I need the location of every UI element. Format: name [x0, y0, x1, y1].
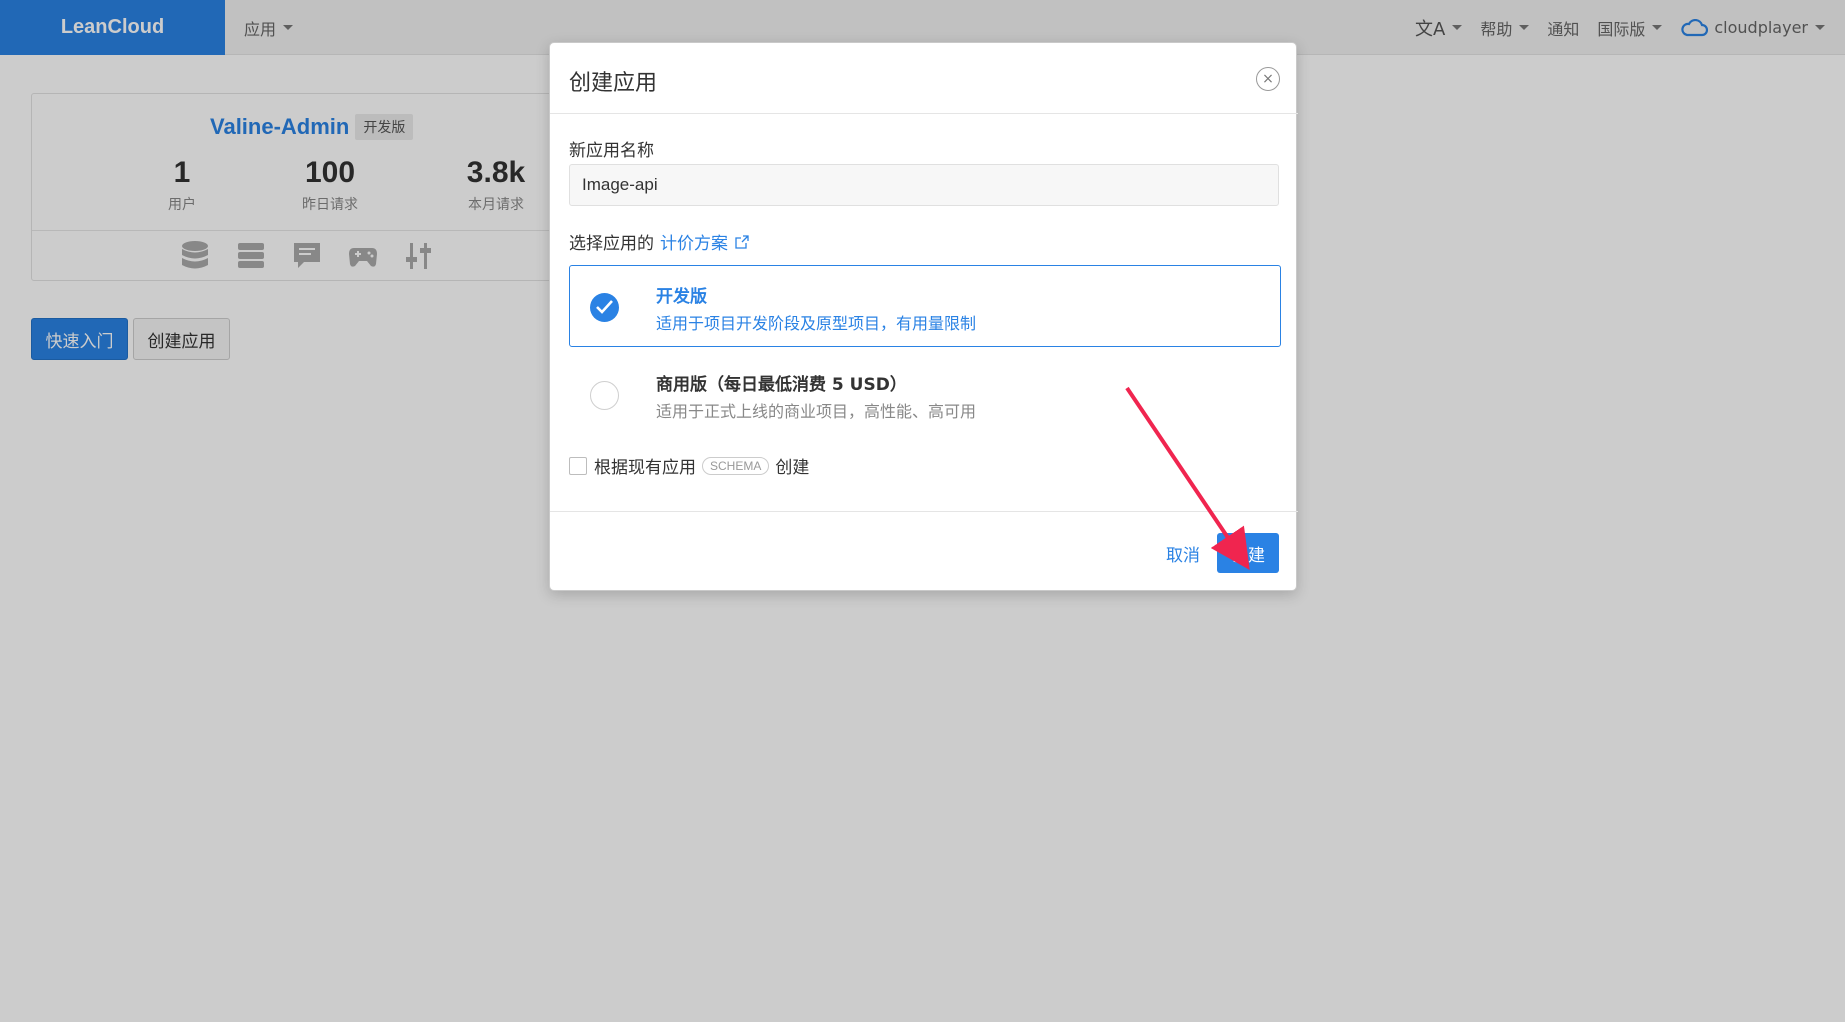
plan-select-label: 选择应用的 计价方案 [569, 229, 749, 254]
schema-checkbox[interactable] [569, 456, 587, 475]
app-name-input[interactable] [569, 164, 1279, 206]
plan-description: 适用于项目开发阶段及原型项目，有用量限制 [656, 314, 977, 333]
schema-prefix: 根据现有应用 [594, 458, 696, 478]
schema-suffix: 创建 [775, 458, 810, 478]
external-link-icon[interactable] [735, 234, 749, 249]
modal-title: 创建应用 [569, 71, 658, 96]
schema-option[interactable]: 根据现有应用 SCHEMA 创建 [569, 453, 809, 478]
plan-option-dev[interactable]: 开发版 适用于项目开发阶段及原型项目，有用量限制 [569, 265, 1281, 347]
plan-prefix: 选择应用的 [569, 234, 654, 254]
check-icon [596, 300, 613, 314]
app-name-label: 新应用名称 [569, 141, 654, 161]
radio-checked[interactable] [590, 293, 619, 322]
plan-description: 适用于正式上线的商业项目，高性能、高可用 [656, 402, 977, 421]
radio-unchecked[interactable] [590, 381, 619, 410]
create-app-modal: 创建应用 × 新应用名称 选择应用的 计价方案 开发版 适用于项目开发阶段及原型… [549, 42, 1298, 591]
plan-title: 商用版（每日最低消费 5 USD） [656, 375, 907, 395]
modal-footer-divider [550, 511, 1298, 512]
close-icon[interactable]: × [1256, 67, 1280, 91]
modal-header: 创建应用 × [550, 43, 1298, 114]
create-button[interactable]: 创建 [1217, 533, 1279, 573]
plan-title: 开发版 [656, 287, 707, 307]
cancel-button[interactable]: 取消 [1158, 533, 1208, 573]
pricing-plan-link[interactable]: 计价方案 [660, 229, 728, 254]
schema-badge: SCHEMA [702, 456, 770, 475]
plan-option-commercial[interactable]: 商用版（每日最低消费 5 USD） 适用于正式上线的商业项目，高性能、高可用 [569, 353, 1281, 435]
